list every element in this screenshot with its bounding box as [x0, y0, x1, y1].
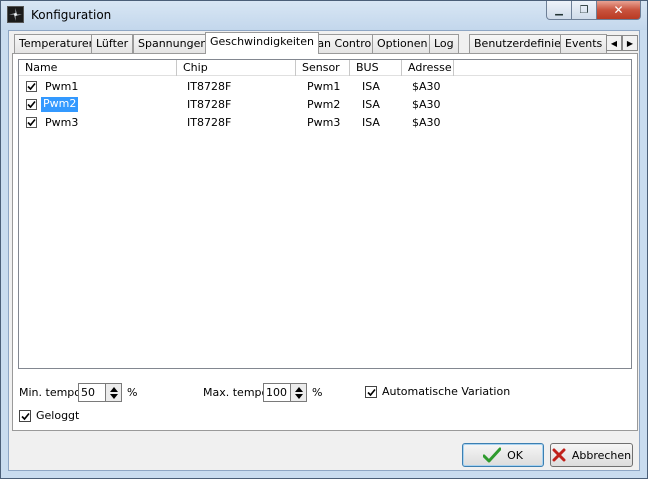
title-bar[interactable]: Konfiguration ▁ ❐ ✕ — [1, 1, 647, 30]
speed-list[interactable]: Name Chip Sensor BUS Adresse Pwm1 IT8728… — [18, 59, 632, 369]
logged-label[interactable]: Geloggt — [36, 409, 79, 422]
column-header-sensor[interactable]: Sensor — [296, 60, 350, 76]
spin-arrows-icon[interactable] — [105, 384, 121, 401]
logged-checkbox[interactable] — [19, 410, 31, 422]
minimize-button[interactable]: ▁ — [546, 1, 572, 20]
checkmark-icon — [27, 100, 36, 109]
ok-label: OK — [507, 448, 523, 462]
dialog-client: Temperaturen Lüfter Spannungen Geschwind… — [8, 30, 640, 471]
close-button[interactable]: ✕ — [597, 1, 641, 20]
close-icon: ✕ — [613, 3, 624, 17]
checkmark-icon — [20, 412, 30, 420]
column-header-bus[interactable]: BUS — [350, 60, 402, 76]
window-title: Konfiguration — [31, 8, 112, 22]
tab-optionen[interactable]: Optionen — [372, 34, 433, 53]
tab-luefter[interactable]: Lüfter — [91, 34, 134, 53]
column-header-name[interactable]: Name — [19, 60, 177, 76]
tab-temperaturen[interactable]: Temperaturen — [14, 34, 101, 53]
tab-strip: Temperaturen Lüfter Spannungen Geschwind… — [12, 32, 638, 54]
row-checkbox[interactable] — [26, 117, 37, 128]
row-sensor: Pwm1 — [307, 80, 341, 93]
tab-scroll-left-button[interactable]: ◀ — [606, 35, 622, 51]
arrow-right-icon: ▶ — [626, 38, 634, 48]
row-name: Pwm3 — [45, 116, 79, 129]
auto-variation-label[interactable]: Automatische Variation — [382, 385, 510, 398]
row-sensor: Pwm2 — [307, 98, 341, 111]
max-tempo-value[interactable]: 100 — [264, 384, 290, 401]
auto-variation-checkbox[interactable] — [365, 386, 377, 398]
min-tempo-label: Min. tempo — [19, 386, 82, 399]
column-header-chip[interactable]: Chip — [177, 60, 296, 76]
row-chip: IT8728F — [187, 98, 232, 111]
max-tempo-label: Max. tempo — [203, 386, 269, 399]
max-tempo-spinner[interactable]: 100 — [263, 383, 307, 402]
row-bus: ISA — [362, 98, 380, 111]
options-area: Min. tempo 50 % Max. tempo 100 % Automat… — [13, 372, 637, 430]
checkmark-icon — [27, 82, 36, 91]
list-header: Name Chip Sensor BUS Adresse — [19, 60, 631, 76]
fan-app-icon — [7, 6, 24, 23]
row-checkbox[interactable] — [26, 99, 37, 110]
arrow-left-icon: ◀ — [610, 38, 618, 48]
row-chip: IT8728F — [187, 116, 232, 129]
restore-icon: ❐ — [579, 4, 589, 16]
ok-button[interactable]: OK — [462, 443, 544, 467]
checkmark-icon — [27, 118, 36, 127]
tab-spannungen[interactable]: Spannungen — [133, 34, 213, 53]
row-address: $A30 — [412, 80, 441, 93]
checkmark-icon — [366, 388, 376, 396]
tab-geschwindigkeiten[interactable]: Geschwindigkeiten — [205, 32, 319, 54]
row-checkbox[interactable] — [26, 81, 37, 92]
max-tempo-unit: % — [312, 386, 323, 399]
row-address: $A30 — [412, 98, 441, 111]
column-header-adresse[interactable]: Adresse — [402, 60, 454, 76]
row-name: Pwm1 — [45, 80, 79, 93]
min-tempo-unit: % — [127, 386, 138, 399]
tab-panel-geschwindigkeiten: Name Chip Sensor BUS Adresse Pwm1 IT8728… — [12, 53, 638, 431]
row-name: Pwm2 — [41, 97, 79, 112]
row-bus: ISA — [362, 80, 380, 93]
row-address: $A30 — [412, 116, 441, 129]
tab-scroll-right-button[interactable]: ▶ — [622, 35, 638, 51]
row-bus: ISA — [362, 116, 380, 129]
checkmark-icon — [483, 447, 502, 463]
row-sensor: Pwm3 — [307, 116, 341, 129]
tab-log[interactable]: Log — [429, 34, 459, 53]
maximize-button[interactable]: ❐ — [572, 1, 597, 20]
list-item[interactable]: Pwm1 IT8728F Pwm1 ISA $A30 — [19, 78, 631, 96]
cancel-button[interactable]: Abbrechen — [550, 443, 633, 467]
minimize-icon: ▁ — [555, 4, 563, 16]
config-window: Konfiguration ▁ ❐ ✕ Temperaturen Lüfter … — [0, 0, 648, 479]
cancel-label: Abbrechen — [571, 448, 632, 462]
tab-events[interactable]: Events — [560, 34, 608, 53]
row-chip: IT8728F — [187, 80, 232, 93]
list-item[interactable]: Pwm3 IT8728F Pwm3 ISA $A30 — [19, 114, 631, 132]
min-tempo-spinner[interactable]: 50 — [78, 383, 122, 402]
list-item-selected[interactable]: Pwm2 IT8728F Pwm2 ISA $A30 — [19, 96, 631, 114]
spin-arrows-icon[interactable] — [290, 384, 306, 401]
min-tempo-value[interactable]: 50 — [79, 384, 105, 401]
tab-benutzerdefiniert[interactable]: Benutzerdefiniert — [469, 34, 575, 53]
cross-icon — [552, 448, 566, 462]
